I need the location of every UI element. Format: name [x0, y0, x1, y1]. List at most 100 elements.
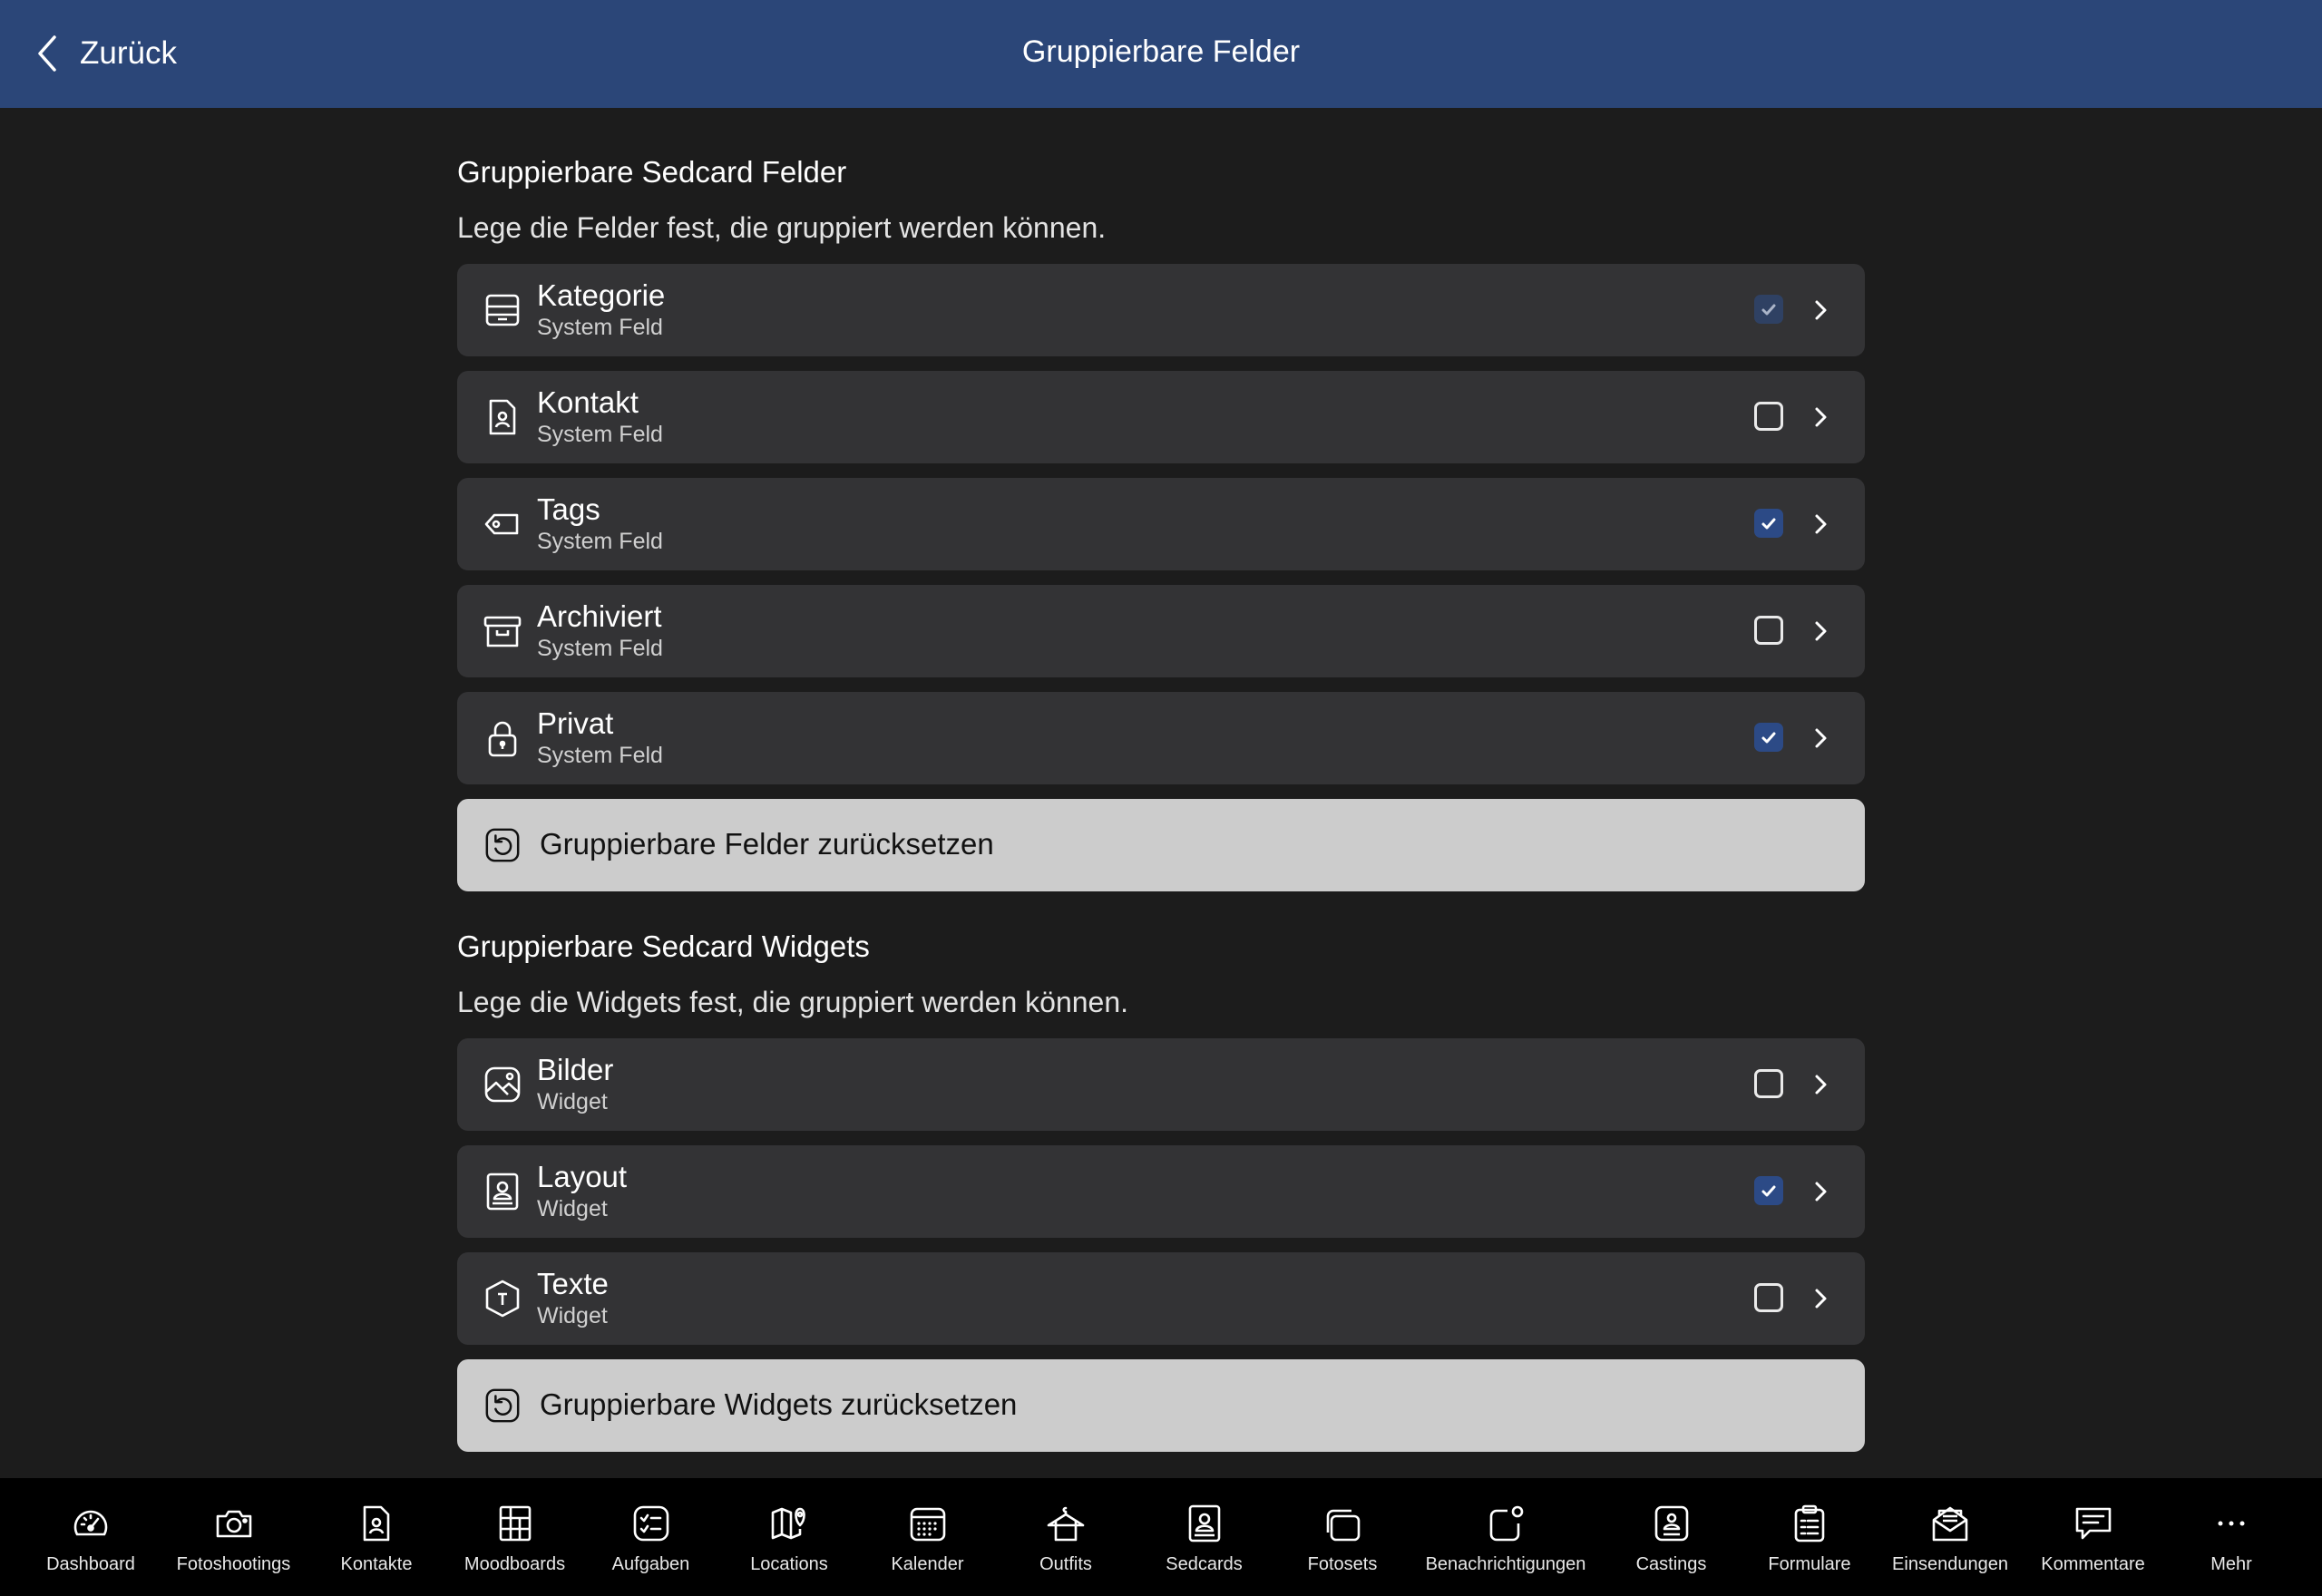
notification-icon: [1489, 1505, 1524, 1542]
calendar-icon: [910, 1507, 945, 1542]
clipboard-icon: [1794, 1504, 1825, 1542]
reset-widgets-button[interactable]: Gruppierbare Widgets zurücksetzen: [457, 1359, 1865, 1452]
chevron-right-icon: [1815, 1182, 1827, 1202]
envelope-icon: [1932, 1506, 1968, 1542]
field-row-kontakt[interactable]: Kontakt System Feld: [457, 371, 1865, 463]
chevron-right-icon: [1815, 1075, 1827, 1095]
row-sublabel: System Feld: [537, 315, 663, 340]
tab-label: Fotosets: [1307, 1554, 1378, 1574]
text-hexagon-icon: [481, 1277, 524, 1320]
id-card-icon: [1654, 1505, 1688, 1542]
tag-icon: [481, 502, 524, 546]
row-label: Kontakt: [537, 385, 639, 419]
tab-label: Formulare: [1768, 1554, 1851, 1574]
page-title: Gruppierbare Felder: [1021, 34, 1301, 69]
more-icon: [2218, 1521, 2245, 1526]
gauge-icon: [73, 1510, 108, 1536]
fields-section-description: Lege die Felder fest, die gruppiert werd…: [457, 211, 1107, 244]
comment-icon: [2075, 1507, 2111, 1540]
lock-icon: [481, 716, 524, 760]
tab-bar: Dashboard Fotoshootings Kontakte Moodboa…: [0, 1478, 2322, 1596]
checkbox[interactable]: [1754, 295, 1783, 324]
field-row-privat[interactable]: Privat System Feld: [457, 692, 1865, 784]
contact-doc-icon: [481, 395, 524, 439]
reset-widgets-label: Gruppierbare Widgets zurücksetzen: [540, 1387, 1018, 1421]
tab-formulare[interactable]: Formulare: [1764, 1504, 1855, 1585]
tab-locations[interactable]: Locations: [739, 1504, 839, 1585]
row-sublabel: System Feld: [537, 636, 663, 661]
widgets-section-title: Gruppierbare Sedcard Widgets: [457, 929, 870, 963]
settings-content: Gruppierbare Sedcard Felder Lege die Fel…: [457, 108, 1865, 1452]
tab-label: Mehr: [2210, 1554, 2252, 1574]
reset-icon: [481, 1384, 524, 1427]
row-label: Kategorie: [537, 278, 666, 312]
tab-label: Benachrichtigungen: [1425, 1554, 1586, 1574]
portrait-icon: [1188, 1504, 1220, 1542]
tab-outfits[interactable]: Outfits: [1020, 1504, 1111, 1585]
row-sublabel: Widget: [537, 1196, 608, 1221]
widget-row-texte[interactable]: Texte Widget: [457, 1252, 1865, 1345]
row-label: Privat: [537, 706, 614, 740]
shirt-icon: [1047, 1506, 1085, 1542]
navigation-bar: Zurück Gruppierbare Felder: [0, 0, 2322, 108]
image-icon: [481, 1063, 524, 1106]
checkmark-icon: [1761, 304, 1776, 316]
tab-label: Fotoshootings: [176, 1554, 291, 1574]
row-label: Bilder: [537, 1053, 614, 1086]
checkbox[interactable]: [1754, 616, 1783, 645]
row-label: Texte: [537, 1267, 609, 1300]
row-sublabel: System Feld: [537, 743, 663, 768]
tab-aufgaben[interactable]: Aufgaben: [603, 1504, 698, 1585]
tab-label: Aufgaben: [611, 1554, 690, 1574]
tab-label: Kalender: [891, 1554, 964, 1574]
tab-mehr[interactable]: Mehr: [2195, 1504, 2268, 1585]
tab-benachrichtigungen[interactable]: Benachrichtigungen: [1420, 1504, 1592, 1585]
tab-kommentare[interactable]: Kommentare: [2032, 1504, 2154, 1585]
reset-icon: [481, 823, 524, 867]
tab-castings[interactable]: Castings: [1628, 1504, 1714, 1585]
row-sublabel: System Feld: [537, 529, 663, 554]
tab-label: Locations: [750, 1554, 828, 1574]
widget-row-layout[interactable]: Layout Widget: [457, 1145, 1865, 1238]
tab-kontakte[interactable]: Kontakte: [327, 1504, 426, 1585]
tab-label: Einsendungen: [1892, 1554, 2008, 1574]
checkbox[interactable]: [1754, 1176, 1783, 1205]
row-sublabel: Widget: [537, 1089, 608, 1114]
tab-einsendungen[interactable]: Einsendungen: [1887, 1504, 2014, 1585]
row-label: Layout: [537, 1160, 628, 1193]
tab-kalender[interactable]: Kalender: [880, 1504, 975, 1585]
checkmark-icon: [1761, 518, 1776, 530]
tab-label: Kontakte: [340, 1554, 413, 1574]
widget-row-bilder[interactable]: Bilder Widget: [457, 1038, 1865, 1131]
tray-icon: [481, 288, 524, 332]
checklist-icon: [633, 1505, 668, 1542]
reset-fields-label: Gruppierbare Felder zurücksetzen: [540, 827, 994, 861]
field-row-kategorie[interactable]: Kategorie System Feld: [457, 264, 1865, 356]
widgets-section-description: Lege die Widgets fest, die gruppiert wer…: [457, 986, 1129, 1018]
map-pin-icon: [771, 1507, 805, 1540]
checkbox[interactable]: [1754, 1069, 1783, 1098]
chevron-right-icon: [1815, 1289, 1827, 1309]
checkmark-icon: [1761, 1185, 1776, 1197]
chevron-right-icon: [1815, 300, 1827, 320]
field-row-tags[interactable]: Tags System Feld: [457, 478, 1865, 570]
checkbox[interactable]: [1754, 723, 1783, 752]
row-sublabel: Widget: [537, 1303, 608, 1328]
grid-board-icon: [499, 1505, 531, 1542]
tab-label: Outfits: [1039, 1554, 1092, 1574]
tab-moodboards[interactable]: Moodboards: [454, 1504, 576, 1585]
field-row-archiviert[interactable]: Archiviert System Feld: [457, 585, 1865, 677]
tab-fotoshootings[interactable]: Fotoshootings: [163, 1504, 304, 1585]
checkbox[interactable]: [1754, 1283, 1783, 1312]
photo-stack-icon: [1326, 1509, 1361, 1542]
tab-sedcards[interactable]: Sedcards: [1156, 1504, 1252, 1585]
tab-label: Moodboards: [463, 1554, 566, 1574]
archive-box-icon: [481, 609, 524, 653]
reset-fields-button[interactable]: Gruppierbare Felder zurücksetzen: [457, 799, 1865, 891]
checkbox[interactable]: [1754, 402, 1783, 431]
fields-section-title: Gruppierbare Sedcard Felder: [457, 155, 847, 189]
checkbox[interactable]: [1754, 509, 1783, 538]
tab-fotosets[interactable]: Fotosets: [1297, 1504, 1388, 1585]
tab-dashboard[interactable]: Dashboard: [27, 1504, 154, 1585]
tab-label: Castings: [1635, 1554, 1707, 1574]
